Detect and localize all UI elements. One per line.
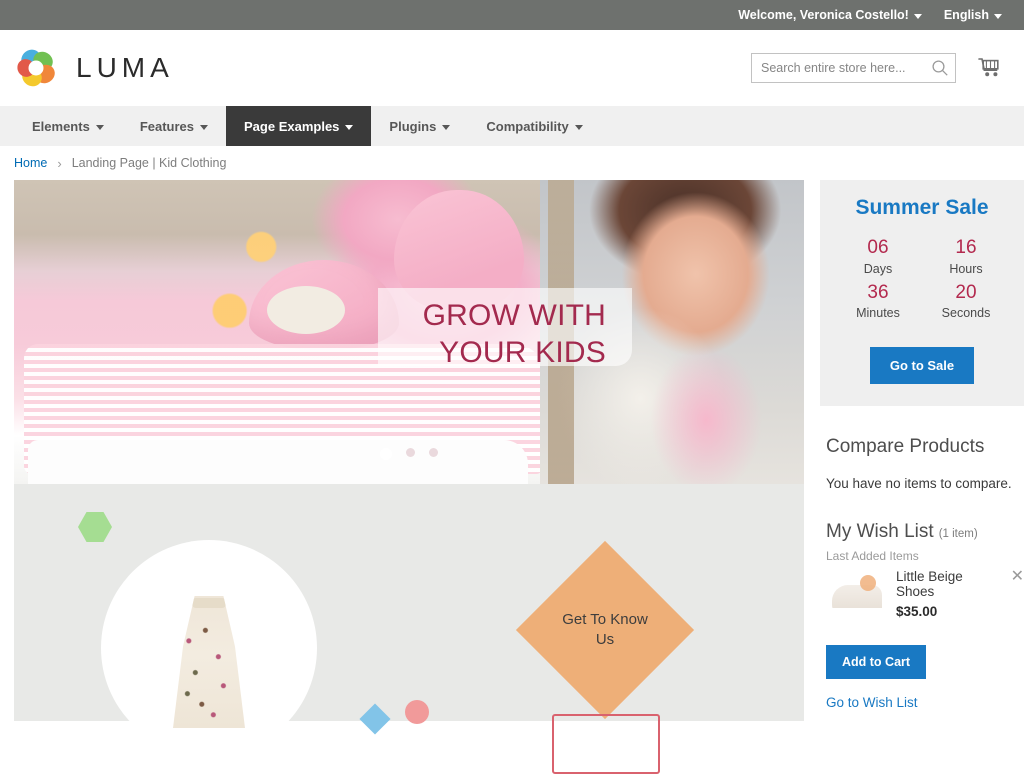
carousel-dot-1[interactable] bbox=[380, 448, 392, 460]
countdown-minutes-label: Minutes bbox=[856, 306, 900, 321]
countdown-hours-value: 16 bbox=[955, 237, 977, 258]
carousel-dot-3[interactable] bbox=[429, 448, 438, 457]
top-panel: Welcome, Veronica Costello! English bbox=[0, 0, 1024, 30]
language-label: English bbox=[943, 8, 989, 22]
chevron-down-icon bbox=[442, 124, 451, 130]
nav-label: Features bbox=[139, 118, 195, 134]
welcome-message[interactable]: Welcome, Veronica Costello! bbox=[738, 8, 922, 22]
summer-sale-widget: Summer Sale 06 16 Days Hours 36 20 Minut… bbox=[820, 180, 1024, 406]
nav-label: Compatibility bbox=[486, 118, 569, 134]
wishlist-item-info: Little Beige Shoes $35.00 bbox=[896, 569, 1001, 619]
welcome-text: Welcome, Veronica Costello! bbox=[738, 8, 909, 22]
countdown-days-value: 06 bbox=[867, 237, 889, 258]
wishlist-count: (1 item) bbox=[938, 528, 978, 540]
breadcrumb-current: Landing Page | Kid Clothing bbox=[71, 156, 227, 170]
header-actions bbox=[751, 53, 1002, 83]
red-outline-box-decoration bbox=[552, 714, 660, 774]
summer-sale-title: Summer Sale bbox=[855, 196, 989, 219]
luma-flower-logo bbox=[14, 46, 58, 90]
carousel-dots bbox=[14, 448, 804, 460]
chevron-down-icon bbox=[913, 13, 922, 19]
nav-label: Page Examples bbox=[244, 118, 340, 134]
beige-shoe-thumbnail[interactable] bbox=[826, 569, 888, 621]
hero-caption: GROW WITH YOUR KIDS bbox=[366, 298, 648, 371]
language-switcher[interactable]: English bbox=[944, 8, 1002, 22]
wishlist-item-price: $35.00 bbox=[896, 604, 938, 619]
compare-products-title: Compare Products bbox=[826, 436, 985, 457]
countdown-hours-label: Hours bbox=[949, 261, 983, 276]
compare-products-empty-text: You have no items to compare. bbox=[826, 476, 1012, 491]
countdown-days-label: Days bbox=[863, 261, 893, 276]
sidebar: Summer Sale 06 16 Days Hours 36 20 Minut… bbox=[820, 180, 1024, 710]
pink-circle-decoration bbox=[405, 700, 429, 724]
breadcrumb: Home › Landing Page | Kid Clothing bbox=[0, 146, 1024, 180]
nav-item-features[interactable]: Features bbox=[122, 106, 226, 146]
nav-item-compatibility[interactable]: Compatibility bbox=[468, 106, 600, 146]
wishlist-widget: My Wish List (1 item) Last Added Items L… bbox=[820, 491, 1024, 710]
nav-label: Elements bbox=[32, 118, 90, 134]
countdown-seconds-value: 20 bbox=[955, 281, 977, 303]
breadcrumb-home-link[interactable]: Home bbox=[14, 156, 47, 170]
search-input[interactable] bbox=[751, 53, 956, 83]
close-icon[interactable]: ✕ bbox=[1011, 569, 1024, 585]
wishlist-item-name[interactable]: Little Beige Shoes bbox=[896, 569, 1001, 599]
search-icon[interactable] bbox=[931, 59, 949, 77]
last-added-items-label: Last Added Items bbox=[826, 549, 919, 563]
nav-item-elements[interactable]: Elements bbox=[14, 106, 122, 146]
wishlist-title: My Wish List bbox=[826, 521, 934, 542]
nav-item-page-examples[interactable]: Page Examples bbox=[226, 106, 372, 146]
carousel-dot-2[interactable] bbox=[406, 448, 415, 457]
chevron-down-icon bbox=[345, 124, 354, 130]
countdown-minutes-value: 36 bbox=[867, 281, 889, 303]
wishlist-header: My Wish List (1 item) bbox=[826, 521, 1024, 543]
chevron-down-icon bbox=[574, 124, 583, 130]
chevron-down-icon bbox=[95, 124, 104, 130]
hero-caption-line-1: GROW WITH bbox=[422, 299, 606, 332]
product-circle-card[interactable] bbox=[101, 540, 317, 756]
nav-item-plugins[interactable]: Plugins bbox=[371, 106, 468, 146]
chevron-down-icon bbox=[994, 13, 1002, 19]
shoe-shape-icon bbox=[832, 575, 882, 615]
countdown-timer: 06 16 Days Hours 36 20 Minutes Seconds bbox=[834, 236, 1010, 325]
hero-caption-line-2: YOUR KIDS bbox=[439, 335, 606, 369]
breadcrumb-separator-icon: › bbox=[57, 155, 62, 171]
add-to-cart-button[interactable]: Add to Cart bbox=[826, 645, 927, 679]
shopping-cart-icon[interactable] bbox=[976, 55, 1002, 81]
countdown-seconds-label: Seconds bbox=[941, 306, 991, 321]
logo-wordmark: LUMA bbox=[76, 52, 174, 83]
search-box bbox=[751, 53, 956, 83]
nav-label: Plugins bbox=[389, 118, 437, 134]
brand-logo[interactable]: LUMA bbox=[14, 46, 174, 90]
wishlist-item: Little Beige Shoes $35.00 ✕ bbox=[826, 569, 1024, 621]
go-to-wish-list-link[interactable]: Go to Wish List bbox=[826, 695, 1024, 710]
chevron-down-icon bbox=[200, 124, 209, 130]
compare-products-widget: Compare Products You have no items to co… bbox=[820, 406, 1024, 491]
hero-carousel[interactable]: GROW WITH YOUR KIDS bbox=[14, 180, 804, 484]
floral-dress-image bbox=[173, 596, 245, 728]
white-clothing-stack bbox=[28, 440, 528, 484]
go-to-sale-button[interactable]: Go to Sale bbox=[869, 347, 975, 384]
floral-pattern bbox=[173, 596, 245, 728]
site-header: LUMA bbox=[0, 30, 1024, 106]
main-navigation: Elements Features Page Examples Plugins … bbox=[0, 106, 1024, 146]
